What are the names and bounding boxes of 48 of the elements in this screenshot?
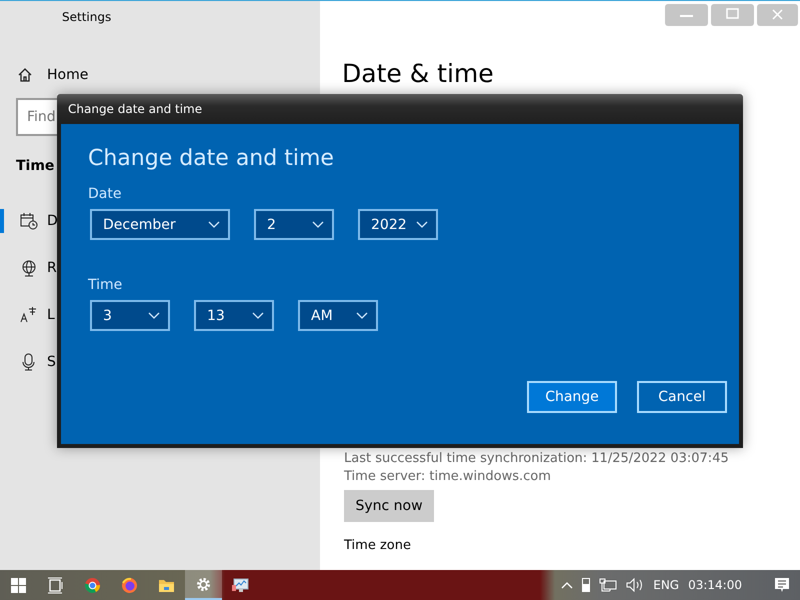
calendar-clock-icon	[20, 212, 38, 230]
home-icon	[17, 67, 33, 83]
sync-now-button[interactable]: Sync now	[344, 490, 434, 522]
page-heading: Date & time	[342, 59, 495, 90]
battery-icon[interactable]	[582, 578, 590, 592]
language-indicator[interactable]: ENG	[653, 578, 680, 592]
chevron-down-icon	[356, 312, 368, 320]
chevron-down-icon	[208, 220, 220, 228]
start-icon[interactable]	[10, 576, 27, 594]
browser-icon[interactable]	[121, 576, 138, 594]
chevron-up-icon[interactable]	[561, 581, 574, 589]
dialog-heading: Change date and time	[88, 146, 335, 171]
dropdown[interactable]: 3	[90, 300, 170, 331]
nav-item[interactable]: R	[0, 256, 57, 280]
search-field[interactable]: Find	[16, 98, 57, 136]
dropdown[interactable]: 2	[254, 209, 334, 240]
network-icon[interactable]	[599, 578, 618, 592]
taskbar-button[interactable]	[185, 570, 222, 600]
dropdown[interactable]: December	[90, 209, 230, 240]
dialog-button[interactable]: Change	[527, 381, 617, 413]
language-icon	[20, 306, 38, 324]
monitor-icon[interactable]	[232, 576, 249, 594]
globe-icon	[20, 259, 38, 277]
gear-icon[interactable]	[195, 576, 212, 592]
section-heading: Time zone	[344, 538, 412, 553]
notification-icon[interactable]	[774, 577, 790, 593]
time-label: Time	[88, 277, 124, 293]
sync-info: Last successful time synchronization: 11/25/2022 03:07:45	[344, 450, 730, 468]
browser-icon[interactable]	[84, 576, 101, 594]
dialog-button[interactable]: Cancel	[637, 381, 727, 413]
chevron-down-icon	[252, 312, 264, 320]
time-server-info: Time server: time.windows.com	[344, 468, 552, 486]
dialog-title: Change date and time	[68, 102, 202, 116]
nav-item[interactable]: L	[0, 303, 57, 327]
dropdown[interactable]: 13	[194, 300, 274, 331]
dropdown[interactable]: 2022	[358, 209, 438, 240]
dropdown[interactable]: AM	[298, 300, 378, 331]
window-title: Settings	[61, 9, 112, 26]
section-heading: Time	[16, 158, 54, 174]
clock[interactable]: 03:14:00	[688, 578, 742, 592]
volume-icon[interactable]	[626, 578, 644, 592]
chevron-down-icon	[312, 220, 324, 228]
task-view-icon[interactable]	[47, 576, 64, 594]
nav-item[interactable]: S	[0, 350, 57, 374]
home-link[interactable]: Home	[47, 67, 88, 83]
date-label: Date	[88, 186, 122, 202]
chevron-down-icon	[416, 220, 428, 228]
chevron-down-icon	[148, 312, 160, 320]
